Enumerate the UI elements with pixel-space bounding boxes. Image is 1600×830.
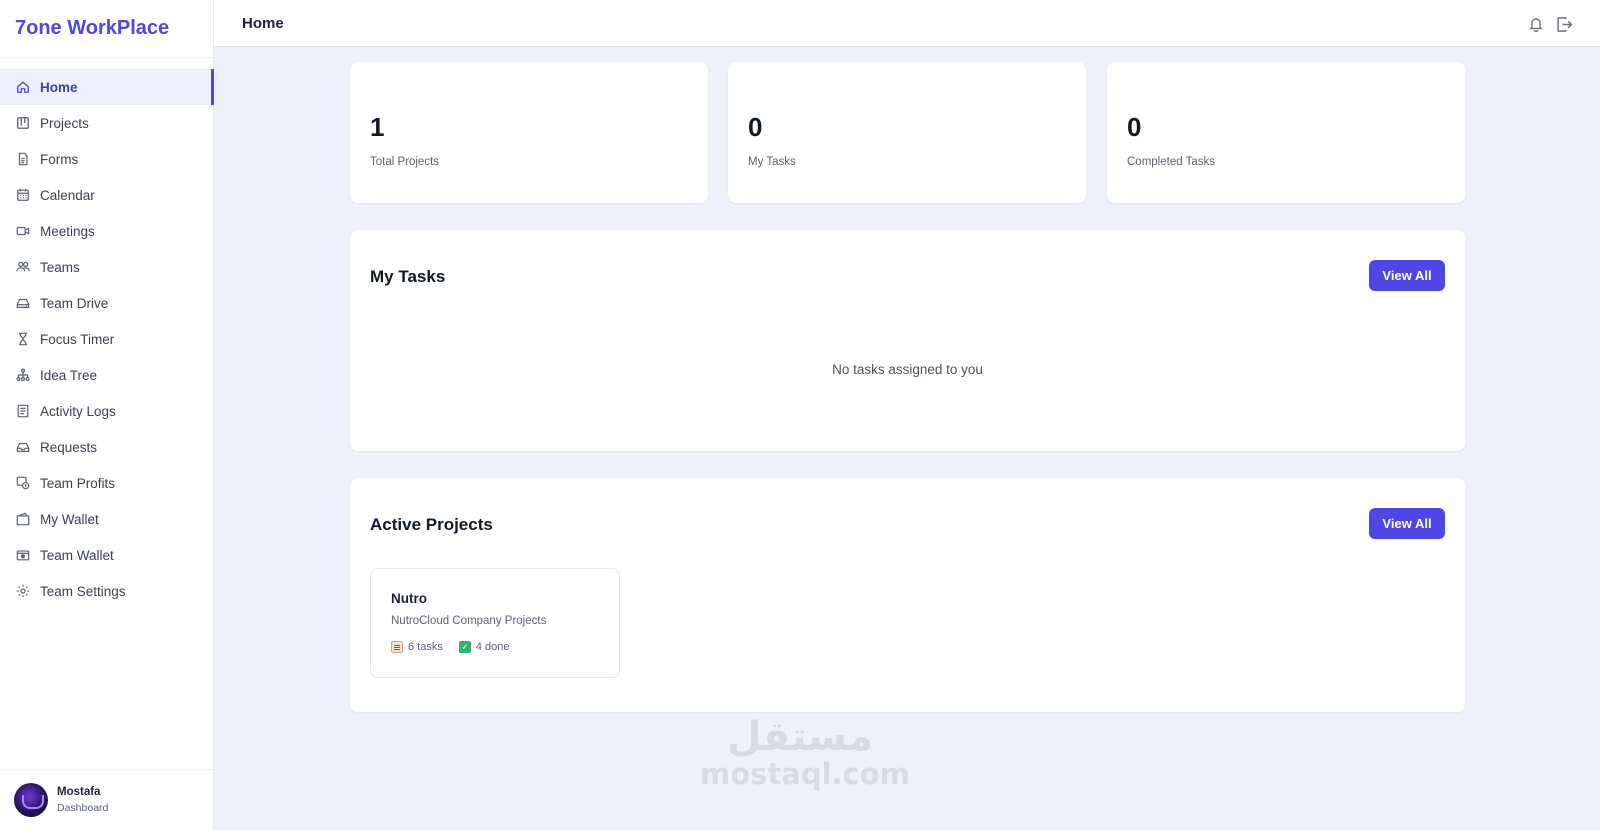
check-icon: ✓ [458, 641, 471, 653]
watermark-arabic: مستقل [726, 714, 874, 760]
sidebar-item-label: Team Wallet [40, 547, 114, 563]
sidebar-item-calendar[interactable]: Calendar [0, 177, 213, 213]
project-task-count: 6 tasks [408, 641, 443, 653]
sidebar-item-label: My Wallet [40, 511, 99, 527]
sidebar-item-teams[interactable]: Teams [0, 249, 213, 285]
users-icon [15, 259, 31, 275]
kanban-icon [15, 115, 31, 131]
calendar-icon [15, 187, 31, 203]
avatar[interactable] [14, 783, 48, 817]
clipboard-icon [391, 641, 403, 653]
app-brand[interactable]: 7one WorkPlace [0, 0, 213, 58]
project-description: NutroCloud Company Projects [391, 615, 547, 627]
sidebar-item-team-drive[interactable]: Team Drive [0, 285, 213, 321]
top-actions [1526, 14, 1574, 34]
sidebar-item-label: Activity Logs [40, 403, 116, 419]
sidebar-item-label: Meetings [40, 223, 95, 239]
sidebar-item-label: Team Profits [40, 475, 116, 491]
log-icon [15, 403, 31, 419]
sidebar-item-home[interactable]: Home [0, 69, 214, 105]
sidebar-item-my-wallet[interactable]: My Wallet [0, 501, 213, 537]
sidebar-item-requests[interactable]: Requests [0, 429, 213, 465]
user-role: Dashboard [57, 802, 109, 814]
stat-value: 0 [1127, 112, 1142, 142]
view-all-projects-button[interactable]: View All [1369, 508, 1445, 539]
sidebar-item-forms[interactable]: Forms [0, 141, 213, 177]
sidebar-item-team-wallet[interactable]: Team Wallet [0, 537, 213, 573]
sidebar-item-label: Forms [40, 151, 79, 167]
sidebar-item-team-settings[interactable]: Team Settings [0, 573, 213, 609]
stat-card-total-projects: 1 Total Projects [350, 62, 708, 203]
team-wallet-icon [15, 547, 31, 563]
wallet-icon [15, 511, 31, 527]
empty-tasks-message: No tasks assigned to you [832, 362, 983, 377]
stat-card-my-tasks: 0 My Tasks [728, 62, 1086, 203]
stat-label: Total Projects [370, 156, 440, 168]
active-projects-title: Active Projects [370, 515, 493, 534]
sidebar-item-activity-logs[interactable]: Activity Logs [0, 393, 213, 429]
logout-icon[interactable] [1554, 14, 1574, 34]
watermark-latin: mostaql.com [700, 757, 910, 791]
sidebar-item-label: Calendar [40, 187, 95, 203]
sidebar-item-label: Team Settings [40, 583, 126, 599]
project-card[interactable]: Nutro NutroCloud Company Projects 6 task… [370, 568, 620, 678]
stat-label: My Tasks [748, 156, 796, 168]
sidebar-item-focus-timer[interactable]: Focus Timer [0, 321, 213, 357]
sidebar-item-team-profits[interactable]: Team Profits [0, 465, 213, 501]
my-tasks-title: My Tasks [370, 267, 446, 286]
sidebar-item-label: Requests [40, 439, 98, 455]
user-profile[interactable]: Mostafa Dashboard [0, 769, 213, 830]
sidebar-item-label: Teams [40, 259, 80, 275]
tree-icon [15, 367, 31, 383]
my-tasks-panel: My Tasks View All No tasks assigned to y… [350, 230, 1465, 451]
page-title: Home [242, 14, 284, 32]
watermark: مستقل mostaql.com [700, 714, 910, 791]
sidebar: 7one WorkPlace Home Projects Forms Calen… [0, 0, 214, 830]
project-meta: 6 tasks ✓ 4 done [391, 641, 599, 653]
sidebar-item-label: Focus Timer [40, 331, 115, 347]
top-bar: Home [214, 0, 1600, 47]
active-projects-panel: Active Projects View All Nutro NutroClou… [350, 478, 1465, 712]
sidebar-item-label: Projects [40, 115, 89, 131]
bell-icon[interactable] [1526, 14, 1546, 34]
home-icon [15, 79, 31, 95]
stat-value: 1 [370, 112, 385, 142]
profits-icon [15, 475, 31, 491]
hourglass-icon [15, 331, 31, 347]
project-name: Nutro [391, 591, 427, 606]
gear-icon [15, 583, 31, 599]
stat-value: 0 [748, 112, 763, 142]
sidebar-item-projects[interactable]: Projects [0, 105, 213, 141]
sidebar-item-idea-tree[interactable]: Idea Tree [0, 357, 213, 393]
view-all-tasks-button[interactable]: View All [1369, 260, 1445, 291]
sidebar-item-label: Home [40, 79, 78, 95]
drive-icon [15, 295, 31, 311]
sidebar-nav: Home Projects Forms Calendar Meetings Te… [0, 58, 214, 609]
project-done-count: 4 done [475, 641, 510, 653]
document-icon [15, 151, 31, 167]
sidebar-item-meetings[interactable]: Meetings [0, 213, 213, 249]
video-icon [15, 223, 31, 239]
user-name: Mostafa [57, 786, 101, 798]
sidebar-item-label: Team Drive [40, 295, 109, 311]
inbox-icon [15, 439, 31, 455]
stat-label: Completed Tasks [1127, 156, 1215, 168]
stat-card-completed-tasks: 0 Completed Tasks [1107, 62, 1465, 203]
sidebar-item-label: Idea Tree [40, 367, 98, 383]
